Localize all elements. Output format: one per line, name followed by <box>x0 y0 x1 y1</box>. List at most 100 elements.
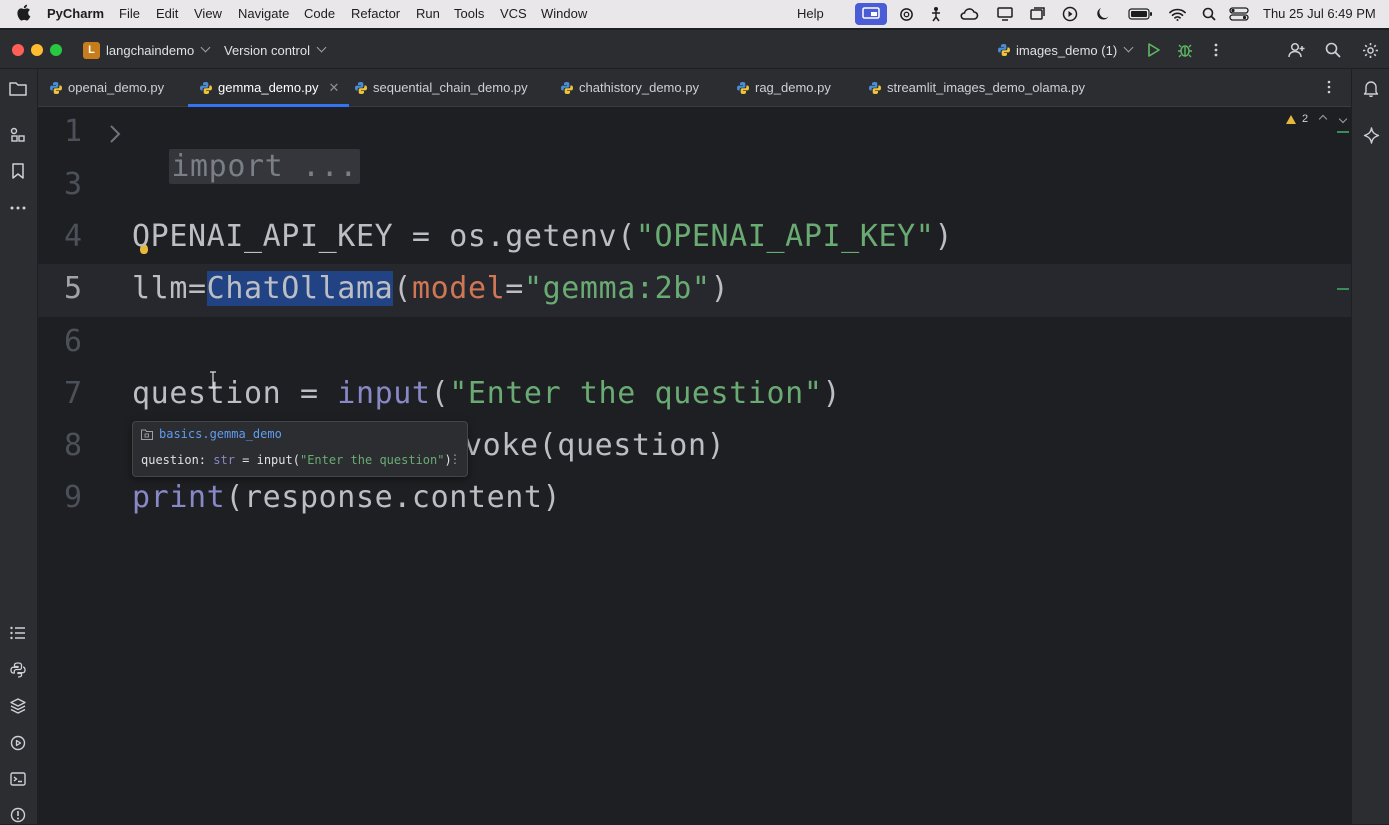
python-file-icon <box>50 81 62 94</box>
project-badge: L <box>83 41 100 59</box>
tab-label: openai_demo.py <box>68 80 165 95</box>
code-token: ) <box>822 376 842 411</box>
puppet-icon[interactable] <box>927 5 945 23</box>
notifications-bell-icon[interactable] <box>1361 78 1381 98</box>
line-number: 9 <box>63 480 82 515</box>
more-vertical-icon[interactable] <box>1206 40 1226 60</box>
version-control-selector[interactable]: Version control <box>224 40 327 60</box>
code-token: voke(question) <box>464 428 726 463</box>
minimize-window-button[interactable] <box>31 44 43 56</box>
add-user-icon[interactable] <box>1287 40 1307 60</box>
run-play-icon[interactable] <box>1144 40 1164 60</box>
right-tool-window-bar <box>1351 69 1389 824</box>
app-menu-pycharm[interactable]: PyCharm <box>47 6 104 21</box>
menu-navigate[interactable]: Navigate <box>238 6 289 21</box>
python-file-icon <box>561 81 573 94</box>
quick-documentation-popup[interactable]: basics.gemma_demo question: str = input(… <box>132 421 468 477</box>
menu-tools[interactable]: Tools <box>454 6 484 21</box>
menu-vcs[interactable]: VCS <box>500 6 527 21</box>
wifi-icon[interactable] <box>1168 5 1186 23</box>
zoom-window-button[interactable] <box>50 44 62 56</box>
control-center-icon[interactable] <box>1228 5 1250 23</box>
selected-text: ChatOllama <box>206 271 394 306</box>
battery-icon[interactable] <box>1127 5 1153 23</box>
folded-imports[interactable]: import ... <box>169 149 360 184</box>
todo-list-icon[interactable] <box>8 623 28 643</box>
text-cursor-icon <box>209 371 217 394</box>
menu-clock[interactable]: Thu 25 Jul 6:49 PM <box>1263 6 1376 21</box>
screen-mirroring-icon[interactable] <box>855 3 887 25</box>
popup-more-icon[interactable]: ⋮ <box>449 452 461 466</box>
services-icon[interactable] <box>8 733 28 753</box>
search-icon[interactable] <box>1323 40 1343 60</box>
code-line-8[interactable]: voke(question) <box>464 428 725 463</box>
tab-actions-more-icon[interactable] <box>1327 80 1331 99</box>
run-configuration-selector[interactable]: images_demo (1) <box>998 40 1134 60</box>
menu-view[interactable]: View <box>194 6 222 21</box>
python-file-icon <box>355 81 367 94</box>
project-folder-icon[interactable] <box>8 78 28 98</box>
code-line-1[interactable]: import ... <box>132 114 360 184</box>
tab-gemma-demo[interactable]: gemma_demo.py ✕ <box>188 69 350 107</box>
tab-streamlit-images-demo-olama[interactable]: streamlit_images_demo_olama.py <box>869 69 1085 106</box>
tab-sequential-chain-demo[interactable]: sequential_chain_demo.py <box>355 69 528 106</box>
code-line-5[interactable]: llm=ChatOllama(model="gemma:2b") <box>132 271 729 306</box>
chevron-down-icon <box>1123 42 1134 52</box>
inspection-widget[interactable]: 2 <box>1286 112 1348 126</box>
python-packages-icon[interactable] <box>8 696 28 716</box>
version-control-label: Version control <box>224 42 310 58</box>
project-selector[interactable]: L langchaindemo <box>83 40 211 60</box>
bookmarks-icon[interactable] <box>8 161 28 181</box>
tab-rag-demo[interactable]: rag_demo.py <box>737 69 831 106</box>
apple-logo-icon[interactable] <box>17 4 31 24</box>
play-circle-icon[interactable] <box>1061 5 1079 23</box>
tab-label: rag_demo.py <box>755 80 831 95</box>
settings-gear-icon[interactable] <box>1360 40 1380 60</box>
code-token: ) <box>710 271 730 306</box>
menu-edit[interactable]: Edit <box>156 6 178 21</box>
scrollbar-marker[interactable] <box>1337 288 1349 290</box>
ai-assistant-sparkle-icon[interactable] <box>1361 125 1381 145</box>
close-tab-icon[interactable]: ✕ <box>328 80 339 96</box>
warning-count: 2 <box>1302 113 1309 125</box>
windows-icon[interactable] <box>1029 5 1047 23</box>
fold-expand-chevron-icon[interactable] <box>108 124 122 149</box>
scrollbar-marker[interactable] <box>1337 131 1349 133</box>
module-path-label[interactable]: basics.gemma_demo <box>159 427 282 441</box>
close-window-button[interactable] <box>12 44 24 56</box>
tab-chathistory-demo[interactable]: chathistory_demo.py <box>561 69 699 106</box>
menu-help[interactable]: Help <box>797 6 824 21</box>
debug-bug-icon[interactable] <box>1175 40 1195 60</box>
line-number: 6 <box>63 324 82 359</box>
project-name: langchaindemo <box>106 42 195 58</box>
menu-window[interactable]: Window <box>541 6 587 21</box>
moon-icon[interactable] <box>1094 5 1112 23</box>
code-line-7[interactable]: question = input("Enter the question") <box>132 376 841 411</box>
openai-icon[interactable] <box>897 5 915 23</box>
tab-label: chathistory_demo.py <box>579 80 699 95</box>
more-tools-icon[interactable] <box>8 198 28 218</box>
previous-highlight-chevron-icon[interactable] <box>1318 114 1328 124</box>
tab-openai-demo[interactable]: openai_demo.py <box>50 69 164 106</box>
sig-name: question: <box>141 453 214 467</box>
python-file-icon <box>200 81 212 94</box>
menu-refactor[interactable]: Refactor <box>351 6 400 21</box>
display-icon[interactable] <box>996 5 1014 23</box>
menu-file[interactable]: File <box>119 6 140 21</box>
structure-icon[interactable] <box>8 125 28 145</box>
python-console-icon[interactable] <box>8 660 28 680</box>
terminal-icon[interactable] <box>8 769 28 789</box>
cloud-icon[interactable] <box>958 5 980 23</box>
code-token: question = <box>132 376 338 411</box>
menu-run[interactable]: Run <box>416 6 440 21</box>
sig-type: str <box>213 453 235 467</box>
string-literal: "Enter the question" <box>449 376 823 411</box>
next-highlight-chevron-icon[interactable] <box>1338 114 1348 124</box>
chevron-down-icon <box>316 42 327 52</box>
menu-code[interactable]: Code <box>304 6 335 21</box>
tab-label: sequential_chain_demo.py <box>373 80 528 95</box>
code-line-9[interactable]: print(response.content) <box>132 480 561 515</box>
spotlight-search-icon[interactable] <box>1200 5 1218 23</box>
code-line-4[interactable]: OPENAI_API_KEY = os.getenv("OPENAI_API_K… <box>132 219 953 254</box>
problems-icon[interactable] <box>8 805 28 825</box>
